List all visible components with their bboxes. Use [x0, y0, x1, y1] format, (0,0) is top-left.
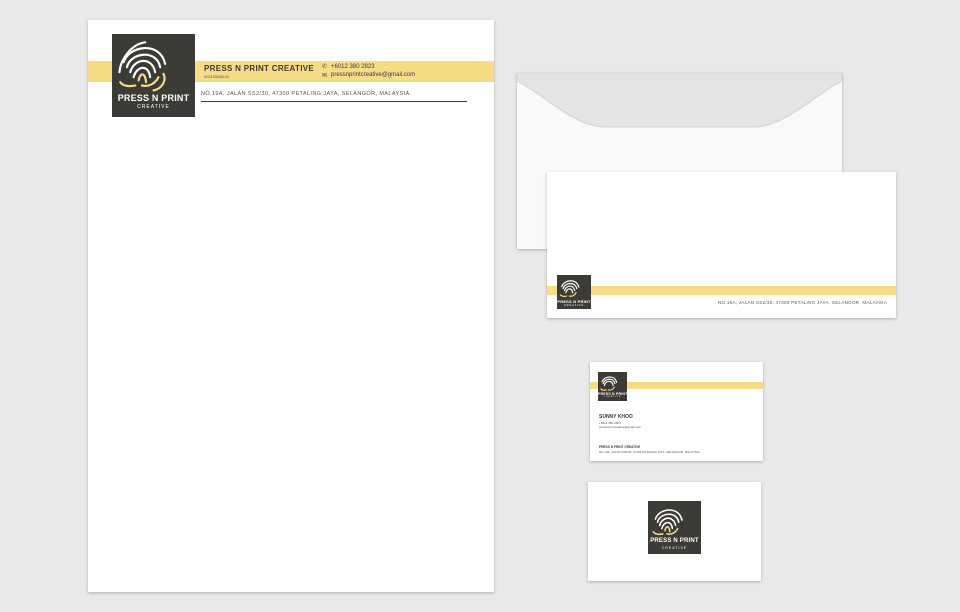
company-address: NO.19A, JALAN SS2/30, 47300 PETALING JAY… [201, 91, 412, 97]
address-underline [201, 101, 467, 102]
logo-wordmark: PRESS N PRINT [650, 538, 699, 544]
brand-logo: PRESS N PRINT CREATIVE [112, 34, 195, 117]
business-card-front: PRESS N PRINT CREATIVE SUNNY KHOO +6012 … [590, 362, 763, 461]
card-email: pressnprintcreative@gmail.com [599, 425, 642, 429]
yellow-accent-band [547, 286, 896, 295]
envelope-front: PRESS N PRINT CREATIVE NO.19A, JALAN SS2… [547, 172, 896, 318]
envelope-address: NO.19A, JALAN SS2/30, 47300 PETALING JAY… [717, 300, 887, 305]
card-back-footer: · · · · · · · · · · · · [654, 559, 695, 562]
brand-logo: PRESS N PRINT CREATIVE [648, 501, 701, 554]
phone-icon: ✆ [322, 64, 328, 70]
company-name: PRESS N PRINT CREATIVE [204, 64, 315, 73]
card-person-name: SUNNY KHOO [599, 414, 633, 420]
logo-tagline: CREATIVE [563, 304, 585, 307]
card-address: NO.19A, JALAN SS2/30, 47300 PETALING JAY… [599, 450, 701, 454]
company-registration: 002195560-M [204, 74, 229, 79]
letterhead-sheet: PRESS N PRINT CREATIVE PRESS N PRINT CRE… [88, 20, 494, 592]
logo-tagline: CREATIVE [137, 104, 170, 110]
logo-tagline: CREATIVE [603, 396, 622, 398]
logo-tagline: CREATIVE [661, 546, 688, 550]
business-card-back: PRESS N PRINT CREATIVE · · · · · · · · ·… [588, 482, 761, 581]
card-company: PRESS N PRINT CREATIVE [599, 445, 641, 449]
logo-wordmark: PRESS N PRINT [117, 93, 190, 103]
brand-logo: PRESS N PRINT CREATIVE [598, 372, 627, 401]
envelope-flap [517, 73, 842, 128]
brand-logo: PRESS N PRINT CREATIVE [557, 275, 591, 309]
envelope-icon: ✉ [322, 73, 328, 79]
phone-number: +6012 380 2823 [331, 64, 375, 70]
email-address: pressnprintcreative@gmail.com [331, 72, 416, 78]
